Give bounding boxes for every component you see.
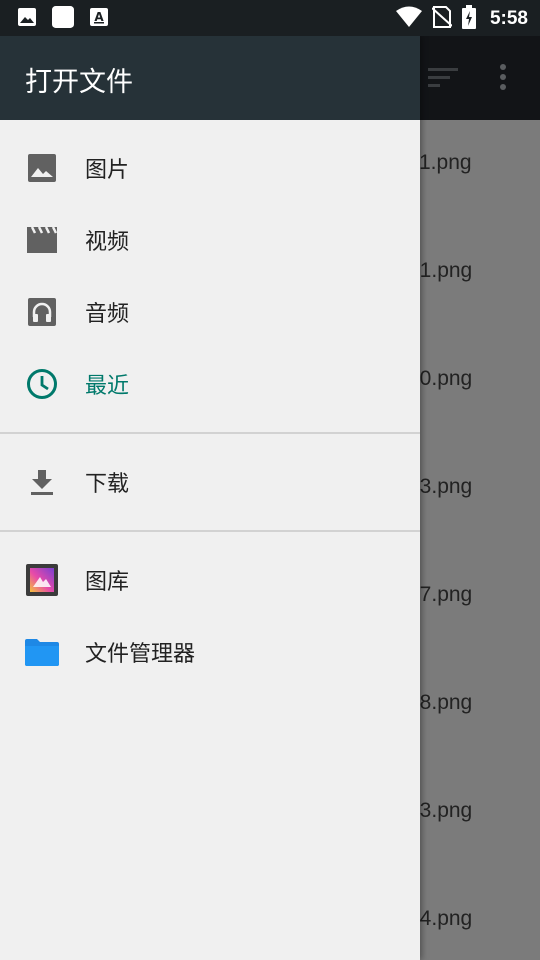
svg-text:A: A [94, 10, 104, 24]
folder-icon [24, 634, 60, 670]
navigation-drawer: 打开文件 图片 视频 音频 最近 下载 图库 文件管理器 [0, 36, 420, 960]
drawer-title: 打开文件 [25, 67, 133, 98]
nav-item-label: 图库 [85, 570, 130, 595]
text-notification-icon: A [88, 6, 110, 28]
nav-item-label: 最近 [85, 374, 130, 399]
nav-item-label: 音频 [85, 302, 130, 327]
app-notification-icon [52, 6, 74, 28]
nav-item-recent[interactable]: 最近 [0, 348, 420, 420]
battery-charging-icon [461, 5, 476, 33]
nav-item-label: 图片 [85, 158, 130, 183]
audio-icon [24, 294, 60, 330]
image-icon [24, 150, 60, 186]
file-name: 1.png [419, 151, 472, 174]
nav-item-videos[interactable]: 视频 [0, 204, 420, 276]
more-vert-icon[interactable] [498, 62, 508, 96]
nav-item-images[interactable]: 图片 [0, 132, 420, 204]
sort-icon [428, 68, 458, 92]
image-notification-icon [16, 6, 38, 28]
nav-item-gallery[interactable]: 图库 [0, 544, 420, 616]
nav-item-file-manager[interactable]: 文件管理器 [0, 616, 420, 688]
divider [0, 530, 420, 532]
no-sim-icon [431, 6, 453, 32]
nav-item-downloads[interactable]: 下载 [0, 446, 420, 518]
gallery-app-icon [24, 562, 60, 598]
download-icon [24, 464, 60, 500]
status-bar: A 5:58 [0, 0, 540, 36]
clock-icon [24, 366, 60, 402]
nav-item-label: 下载 [85, 472, 130, 497]
video-icon [24, 222, 60, 258]
nav-item-label: 文件管理器 [85, 642, 196, 667]
wifi-icon [395, 6, 422, 32]
nav-item-label: 视频 [85, 230, 130, 255]
drawer-header: 打开文件 [0, 36, 420, 120]
clock-time: 5:58 [489, 8, 528, 29]
divider [0, 432, 420, 434]
nav-item-audio[interactable]: 音频 [0, 276, 420, 348]
